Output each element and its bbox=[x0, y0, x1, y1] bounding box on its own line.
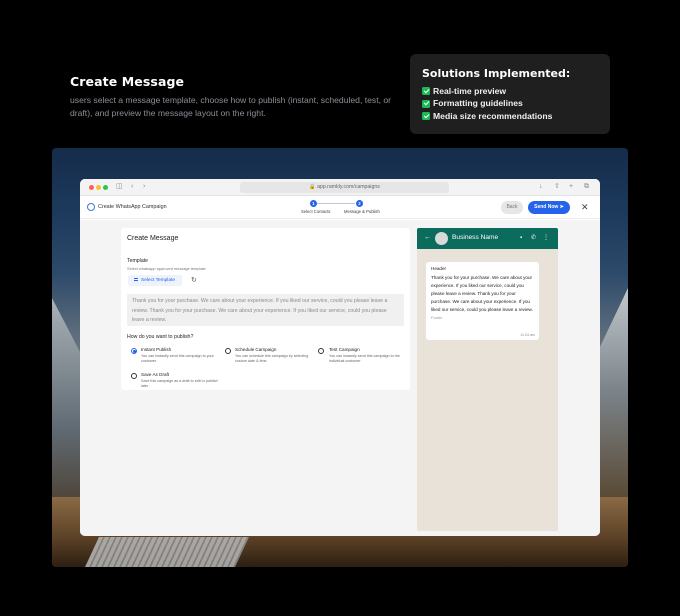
option-title: Save As Draft bbox=[141, 372, 170, 377]
app-header: Create WhatsApp Campaign 1 2 Select Cont… bbox=[80, 196, 600, 219]
download-icon[interactable]: ↓ bbox=[539, 183, 543, 191]
message-time: 11:24 am bbox=[520, 333, 535, 337]
solutions-title: Solutions Implemented: bbox=[422, 67, 571, 80]
send-now-button[interactable]: Send Now ➤ bbox=[528, 201, 570, 214]
page-title: Create WhatsApp Campaign bbox=[98, 204, 167, 210]
tabs-overview-icon[interactable]: ⧉ bbox=[584, 183, 589, 191]
message-body: Thank you for your purchase. We care abo… bbox=[431, 275, 533, 313]
close-icon[interactable]: ✕ bbox=[581, 201, 589, 213]
solution-item: Formatting guidelines bbox=[422, 97, 598, 109]
minimize-window-icon[interactable] bbox=[96, 185, 101, 190]
sidebar-toggle-icon[interactable]: ◫ bbox=[116, 183, 123, 191]
whatsapp-icon bbox=[87, 203, 95, 211]
option-description: You can schedule this campaign by select… bbox=[235, 354, 309, 364]
template-hint: Select whatsapp approved message templat… bbox=[127, 266, 206, 271]
checkmark-icon bbox=[422, 112, 430, 121]
avatar bbox=[435, 232, 448, 245]
arrow-left-icon: ← bbox=[424, 234, 431, 241]
message-preview-field[interactable]: Thank you for your purchase. We care abo… bbox=[127, 294, 404, 326]
share-icon[interactable]: ⇧ bbox=[554, 183, 560, 191]
step-connector bbox=[317, 203, 355, 204]
maximize-window-icon[interactable] bbox=[103, 185, 108, 190]
message-footer: Footer bbox=[431, 315, 443, 321]
step-1-indicator: 1 bbox=[310, 200, 317, 207]
solutions-panel: Solutions Implemented: Real-time preview… bbox=[410, 54, 610, 134]
step-2-label: Message & Publish bbox=[344, 209, 380, 214]
step-2-indicator: 2 bbox=[356, 200, 363, 207]
refresh-icon[interactable]: ↻ bbox=[191, 276, 197, 285]
more-options-icon: ⋮ bbox=[543, 235, 549, 241]
intro-title: Create Message bbox=[70, 74, 185, 89]
send-icon: ➤ bbox=[559, 204, 564, 210]
checkmark-icon bbox=[422, 87, 430, 96]
back-nav-icon[interactable]: ‹ bbox=[131, 183, 133, 191]
template-label: Template bbox=[127, 258, 149, 264]
stepper: 1 2 Select Contacts Message & Publish bbox=[296, 200, 386, 216]
radio-instant-publish[interactable] bbox=[131, 348, 137, 354]
new-tab-icon[interactable]: + bbox=[569, 183, 573, 191]
option-description: You can instantly send this campaign to … bbox=[329, 354, 400, 364]
option-description: Save this campaign as a draft to edit or… bbox=[141, 379, 218, 389]
publish-question: How do you want to publish? bbox=[127, 334, 194, 340]
intro: Create Message users select a message te… bbox=[70, 74, 400, 119]
radio-save-as-draft[interactable] bbox=[131, 373, 137, 379]
phone-icon: ✆ bbox=[531, 235, 537, 241]
message-header: Header bbox=[431, 266, 447, 271]
message-bubble: Header Thank you for your purchase. We c… bbox=[426, 262, 539, 340]
radio-schedule-campaign[interactable] bbox=[225, 348, 231, 354]
list-icon bbox=[134, 278, 138, 282]
select-template-button[interactable]: Select Template bbox=[128, 275, 182, 286]
solution-item: Real-time preview bbox=[422, 85, 598, 97]
chat-header: ← Business Name ▪ ✆ ⋮ bbox=[417, 228, 558, 249]
card-title: Create Message bbox=[127, 235, 179, 242]
browser-window: ◫ ‹ › 🔒 app.ramkly.com/campaigns ↓ ⇧ + ⧉… bbox=[80, 179, 600, 536]
create-message-card: Create Message Template Select whatsapp … bbox=[121, 228, 410, 390]
video-call-icon: ▪ bbox=[520, 235, 523, 241]
option-description: You can instantly send this campaign to … bbox=[141, 354, 214, 364]
solution-item: Media size recommendations bbox=[422, 110, 598, 122]
boardwalk bbox=[85, 537, 249, 567]
step-1-label: Select Contacts bbox=[301, 209, 331, 214]
address-bar[interactable]: 🔒 app.ramkly.com/campaigns bbox=[240, 182, 449, 193]
main-content: Create Message Template Select whatsapp … bbox=[80, 220, 600, 536]
forward-nav-icon[interactable]: › bbox=[143, 183, 145, 191]
back-button[interactable]: Back bbox=[501, 201, 523, 214]
checkmark-icon bbox=[422, 99, 430, 108]
intro-description: users select a message template, choose … bbox=[70, 95, 392, 118]
browser-chrome: ◫ ‹ › 🔒 app.ramkly.com/campaigns ↓ ⇧ + ⧉ bbox=[80, 179, 600, 196]
option-title: Test Campaign bbox=[329, 347, 360, 352]
option-title: Instant Publish bbox=[141, 347, 172, 352]
whatsapp-preview: ← Business Name ▪ ✆ ⋮ Header Thank you f… bbox=[417, 228, 558, 531]
option-title: Schedule Campaign bbox=[235, 347, 277, 352]
business-name: Business Name bbox=[452, 234, 499, 241]
radio-test-campaign[interactable] bbox=[318, 348, 324, 354]
close-window-icon[interactable] bbox=[89, 185, 94, 190]
